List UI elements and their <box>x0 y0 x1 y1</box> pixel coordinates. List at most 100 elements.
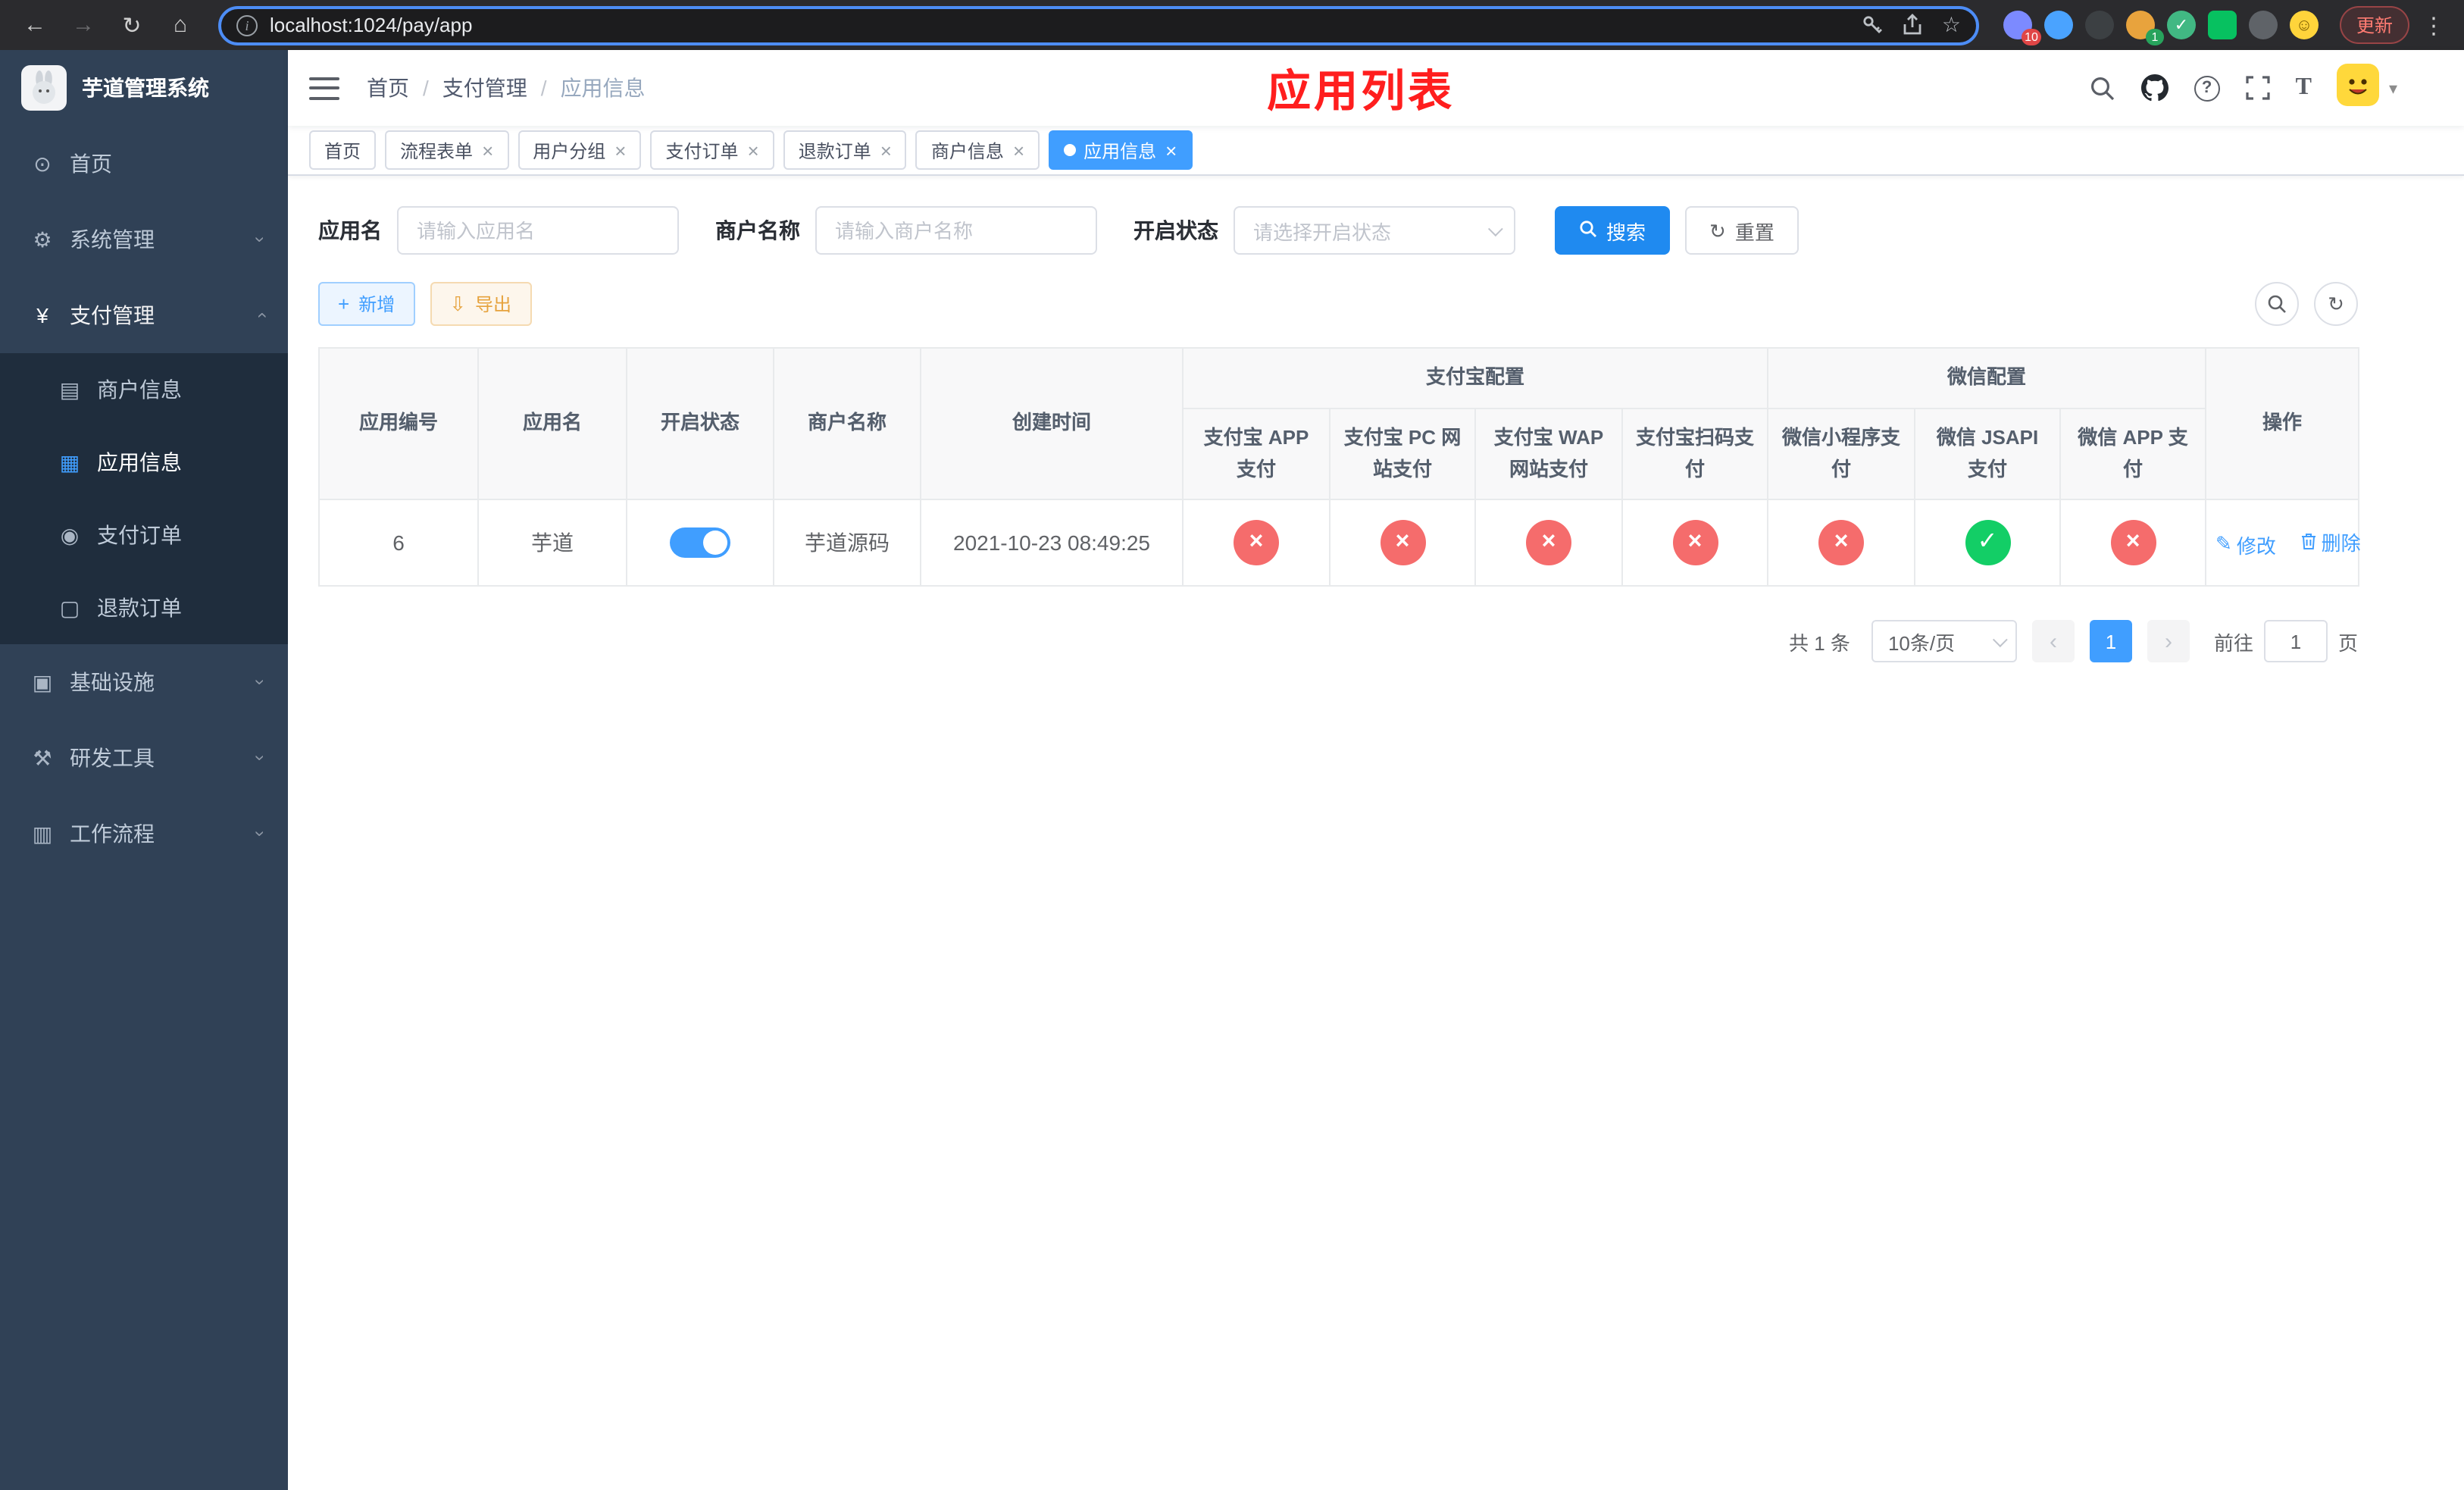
status-select[interactable]: 请选择开启状态 <box>1234 206 1515 255</box>
tab-close-icon[interactable]: × <box>614 140 626 160</box>
breadcrumb-separator: / <box>423 76 429 100</box>
sidebar-item-home[interactable]: ⊙ 首页 <box>0 126 288 202</box>
app-name-label: 应用名 <box>318 218 382 243</box>
back-icon[interactable]: ← <box>15 5 55 45</box>
chevron-down-icon: › <box>250 831 271 837</box>
page-number-button[interactable]: 1 <box>2089 620 2132 663</box>
add-button[interactable]: + 新增 <box>318 282 415 326</box>
sidebar-item-app-info[interactable]: ▦ 应用信息 <box>0 426 288 499</box>
chevron-down-icon: › <box>250 679 271 685</box>
tab-close-icon[interactable]: × <box>748 140 759 160</box>
plus-icon: + <box>338 293 350 315</box>
github-icon[interactable] <box>2140 74 2169 102</box>
extension-icon-8[interactable]: ☺ <box>2289 11 2319 39</box>
reset-button[interactable]: ↻ 重置 <box>1685 206 1799 255</box>
tab-process-form[interactable]: 流程表单 × <box>385 130 509 170</box>
browser-update-button[interactable]: 更新 <box>2339 6 2409 44</box>
pagination: 共 1 条 10条/页 ‹ 1 › 前往 页 <box>318 620 2358 663</box>
password-key-icon[interactable] <box>1862 14 1884 36</box>
export-button[interactable]: ⇩ 导出 <box>430 282 532 326</box>
bookmark-star-icon[interactable]: ☆ <box>1942 12 1961 38</box>
sidebar-item-refund-orders[interactable]: ▢ 退款订单 <box>0 571 288 644</box>
extension-badge: 1 <box>2145 29 2164 45</box>
sidebar-item-system[interactable]: ⚙ 系统管理 › <box>0 202 288 277</box>
sidebar-item-infrastructure[interactable]: ▣ 基础设施 › <box>0 644 288 720</box>
site-info-icon[interactable]: i <box>236 14 258 36</box>
user-menu[interactable]: ▾ <box>2337 63 2397 113</box>
sidebar-menu: ⊙ 首页 ⚙ 系统管理 › ¥ 支付管理 › ▤ 商户信息 ▦ 应用信息 ◉ 支… <box>0 126 288 1490</box>
font-size-icon[interactable]: T <box>2296 74 2312 102</box>
sidebar-item-workflow[interactable]: ▥ 工作流程 › <box>0 796 288 872</box>
tab-home[interactable]: 首页 <box>309 130 377 170</box>
extension-badge: 10 <box>2022 29 2041 45</box>
extension-icon-5[interactable]: ✓ <box>2166 11 2196 39</box>
breadcrumb-home[interactable]: 首页 <box>367 73 409 103</box>
search-icon <box>1579 220 1597 241</box>
sidebar-item-devtools[interactable]: ⚒ 研发工具 › <box>0 720 288 796</box>
trash-icon <box>2300 533 2317 551</box>
status-indicator: × <box>1672 520 1718 566</box>
tab-close-icon[interactable]: × <box>880 140 892 160</box>
order-icon: ◉ <box>60 522 80 546</box>
sidebar-item-payment[interactable]: ¥ 支付管理 › <box>0 277 288 353</box>
url-text[interactable]: localhost:1024/pay/app <box>270 14 1850 36</box>
search-form: 应用名 商户名称 开启状态 请选择开启状态 搜索 <box>318 206 2434 255</box>
extension-icon-3[interactable] <box>2084 11 2114 39</box>
pagination-total: 共 1 条 <box>1789 631 1850 655</box>
hamburger-icon[interactable] <box>309 77 339 99</box>
delete-button[interactable]: 删除 <box>2300 527 2361 556</box>
cell-wx-mini: × <box>1767 499 1916 587</box>
page-size-select[interactable]: 10条/页 <box>1871 620 2017 663</box>
goto-page-input[interactable] <box>2263 620 2328 663</box>
share-icon[interactable] <box>1903 14 1924 36</box>
prev-page-button[interactable]: ‹ <box>2031 620 2075 663</box>
search-button[interactable]: 搜索 <box>1555 206 1671 255</box>
next-page-button[interactable]: › <box>2147 620 2190 663</box>
tab-close-icon[interactable]: × <box>1165 140 1177 160</box>
row-status-toggle[interactable] <box>670 527 730 559</box>
sidebar-item-pay-orders[interactable]: ◉ 支付订单 <box>0 499 288 571</box>
merchant-name-input[interactable] <box>815 206 1097 255</box>
tab-pay-orders[interactable]: 支付订单 × <box>650 130 774 170</box>
status-indicator: ✓ <box>1965 520 2011 566</box>
tab-refund-orders[interactable]: 退款订单 × <box>783 130 907 170</box>
browser-menu-icon[interactable]: ⋮ <box>2419 11 2449 39</box>
col-header-status: 开启状态 <box>626 346 774 501</box>
toggle-search-button[interactable] <box>2255 282 2299 326</box>
help-icon[interactable]: ? <box>2194 75 2220 101</box>
tab-merchant-info[interactable]: 商户信息 × <box>915 130 1040 170</box>
extension-icon-1[interactable]: 10 <box>2003 11 2041 45</box>
screen: ← → ↻ ⌂ i localhost:1024/pay/app ☆ 10 1 … <box>0 0 2464 1490</box>
extension-icon-7[interactable] <box>2248 11 2278 39</box>
cell-alipay-qr: × <box>1621 499 1769 587</box>
reload-icon[interactable]: ↻ <box>112 5 152 45</box>
tab-app-info[interactable]: 应用信息 × <box>1049 130 1193 170</box>
forward-icon[interactable]: → <box>64 5 103 45</box>
cell-alipay-wap: × <box>1474 499 1623 587</box>
edit-pen-icon: ✎ <box>2215 532 2232 556</box>
tab-user-group[interactable]: 用户分组 × <box>518 130 642 170</box>
app-name-input[interactable] <box>397 206 679 255</box>
chevron-down-icon: › <box>250 755 271 761</box>
fullscreen-icon[interactable] <box>2245 76 2270 100</box>
extension-icon-2[interactable] <box>2043 11 2073 39</box>
search-icon[interactable] <box>2090 75 2115 101</box>
breadcrumb-payment[interactable]: 支付管理 <box>442 73 527 103</box>
devtools-icon: ⚒ <box>33 745 52 769</box>
cell-alipay-pc: × <box>1329 499 1476 587</box>
edit-button[interactable]: ✎ 修改 <box>2215 531 2276 559</box>
infrastructure-icon: ▣ <box>32 669 53 693</box>
address-bar[interactable]: i localhost:1024/pay/app ☆ <box>218 5 1979 45</box>
status-indicator: × <box>2110 520 2156 566</box>
status-indicator: × <box>1526 520 1571 566</box>
extension-icon-6[interactable] <box>2207 11 2237 39</box>
tab-close-icon[interactable]: × <box>482 140 493 160</box>
extension-icon-4[interactable]: 1 <box>2125 11 2164 45</box>
goto-label: 前往 <box>2213 631 2253 655</box>
top-navbar: 首页 / 支付管理 / 应用信息 应用列表 ? T ▾ <box>288 50 2464 126</box>
cell-app-id: 6 <box>318 499 479 587</box>
home-icon[interactable]: ⌂ <box>161 5 200 45</box>
refresh-button[interactable]: ↻ <box>2314 282 2358 326</box>
tab-close-icon[interactable]: × <box>1013 140 1024 160</box>
sidebar-item-merchant-info[interactable]: ▤ 商户信息 <box>0 353 288 426</box>
